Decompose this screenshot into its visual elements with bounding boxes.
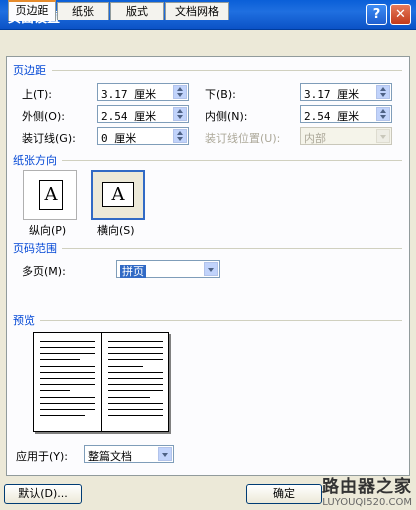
separator <box>62 248 402 249</box>
multiple-pages-label: 多页(M): <box>22 265 66 278</box>
bottom-margin-label: 下(B): <box>205 88 236 101</box>
spinner-arrows-icon <box>173 129 187 143</box>
inner-margin-spinner[interactable]: 2.54 厘米 <box>300 105 392 123</box>
landscape-label[interactable]: 横向(S) <box>97 222 135 238</box>
outer-margin-label: 外侧(O): <box>22 110 65 123</box>
outer-margin-spinner[interactable]: 2.54 厘米 <box>97 105 189 123</box>
tab-document-grid[interactable]: 文档网格 <box>165 2 229 20</box>
default-button[interactable]: 默认(D)... <box>4 484 82 504</box>
spinner-arrows-icon <box>173 107 187 121</box>
top-margin-label: 上(T): <box>22 88 53 101</box>
close-button[interactable]: ✕ <box>390 4 411 25</box>
chevron-down-icon <box>204 262 218 276</box>
tab-margins[interactable]: 页边距 <box>8 0 56 21</box>
watermark-title: 路由器之家 <box>322 477 412 497</box>
tab-paper[interactable]: 纸张 <box>57 2 109 20</box>
tab-layout[interactable]: 版式 <box>110 2 164 20</box>
spinner-arrows-icon <box>173 85 187 99</box>
watermark-logo: 路由器之家 LUYOUQI520.COM <box>322 472 412 508</box>
portrait-page-icon: A <box>39 180 63 210</box>
portrait-label[interactable]: 纵向(P) <box>29 222 66 238</box>
ok-button[interactable]: 确定 <box>246 484 322 504</box>
multiple-pages-select[interactable]: 拼页 <box>116 260 220 278</box>
bottom-margin-spinner[interactable]: 3.17 厘米 <box>300 83 392 101</box>
top-margin-spinner[interactable]: 3.17 厘米 <box>97 83 189 101</box>
watermark-url: LUYOUQI520.COM <box>322 497 412 508</box>
chevron-down-icon <box>158 447 172 461</box>
pages-section-title: 页码范围 <box>13 242 57 255</box>
apply-to-select[interactable]: 整篇文档 <box>84 445 174 463</box>
inner-margin-label: 内侧(N): <box>205 110 248 123</box>
separator <box>40 320 402 321</box>
separator <box>52 70 402 71</box>
apply-to-label: 应用于(Y): <box>16 450 69 463</box>
chevron-down-icon <box>376 129 390 143</box>
spinner-arrows-icon <box>376 85 390 99</box>
gutter-position-select: 内部 <box>300 127 392 145</box>
separator <box>62 160 402 161</box>
gutter-label: 装订线(G): <box>22 132 76 145</box>
gutter-position-label: 装订线位置(U): <box>205 132 281 145</box>
preview-book-fold <box>33 332 169 432</box>
landscape-option[interactable]: A <box>91 170 145 220</box>
landscape-page-icon: A <box>102 182 134 207</box>
fold-line <box>101 333 102 431</box>
portrait-option[interactable]: A <box>23 170 77 220</box>
preview-section-title: 预览 <box>13 314 35 327</box>
help-button[interactable]: ? <box>366 4 387 25</box>
orientation-section-title: 纸张方向 <box>13 154 57 167</box>
margins-section-title: 页边距 <box>13 64 46 77</box>
gutter-spinner[interactable]: 0 厘米 <box>97 127 189 145</box>
spinner-arrows-icon <box>376 107 390 121</box>
